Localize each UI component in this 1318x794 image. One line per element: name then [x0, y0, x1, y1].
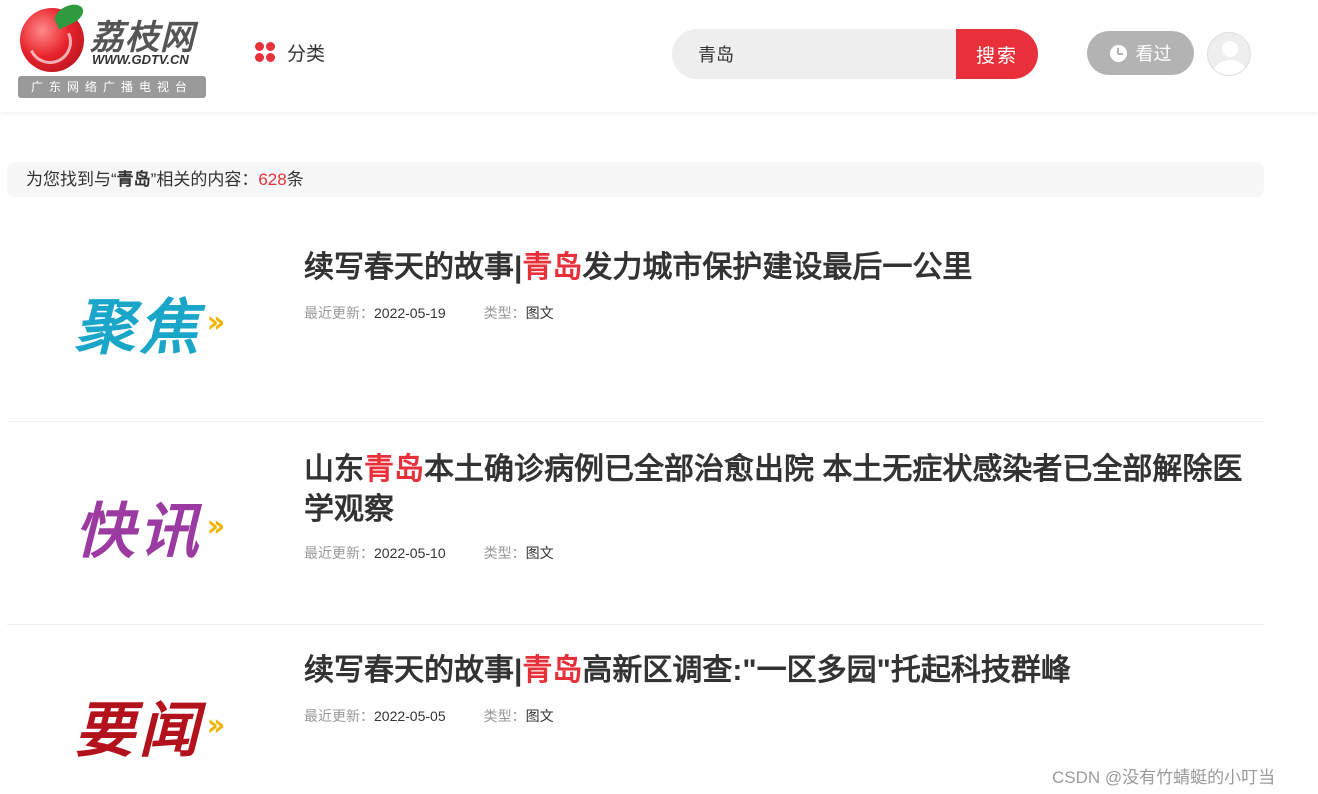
site-logo[interactable]: 荔枝网 WWW.GDTV.CN 广东网络广播电视台: [18, 0, 208, 98]
title-highlight: 青岛: [364, 453, 424, 486]
updated-label: 最近更新：: [304, 305, 374, 321]
summary-keyword: 青岛: [116, 170, 151, 189]
logo-tagline: 广东网络广播电视台: [18, 76, 206, 98]
grid-dots-icon: [255, 42, 275, 62]
search-input[interactable]: [672, 29, 956, 79]
search-box: 搜索: [672, 29, 1038, 79]
type-label: 类型：: [483, 545, 526, 561]
thumb-label: 快讯: [74, 496, 203, 567]
title-part: 本土确诊病例已全部治愈出院 本土无症状感染者已全部解除医学观察: [304, 453, 1243, 526]
history-button[interactable]: 看过: [1087, 31, 1194, 75]
result-title[interactable]: 山东青岛本土确诊病例已全部治愈出院 本土无症状感染者已全部解除医学观察: [304, 450, 1254, 530]
summary-middle: 相关的内容：: [156, 170, 259, 189]
list-item: 聚焦 ›› 续写春天的故事|青岛发力城市保护建设最后一公里 最近更新：2022-…: [7, 232, 1264, 422]
type-label: 类型：: [483, 305, 526, 321]
title-highlight: 青岛: [522, 654, 583, 687]
logo-url: WWW.GDTV.CN: [92, 52, 189, 67]
user-body-icon: [1214, 60, 1246, 75]
updated-date: 2022-05-10: [374, 545, 446, 561]
search-button[interactable]: 搜索: [956, 29, 1038, 79]
thumb-label: 要闻: [74, 695, 203, 766]
type-value: 图文: [525, 305, 554, 321]
list-item: 快讯 ›› 山东青岛本土确诊病例已全部治愈出院 本土无症状感染者已全部解除医学观…: [7, 432, 1264, 625]
title-part: 续写春天的故事|: [304, 251, 523, 284]
title-part: 续写春天的故事|: [304, 654, 523, 687]
updated-date: 2022-05-05: [374, 708, 446, 724]
history-label: 看过: [1135, 44, 1172, 64]
chevron-right-icon: ››: [206, 508, 226, 544]
updated-label: 最近更新：: [304, 708, 374, 724]
result-title[interactable]: 续写春天的故事|青岛高新区调查:"一区多园"托起科技群峰: [304, 651, 1254, 691]
category-menu[interactable]: 分类: [255, 40, 326, 65]
user-head-icon: [1222, 41, 1238, 57]
updated-date: 2022-05-19: [374, 305, 446, 321]
title-part: 高新区调查:"一区多园"托起科技群峰: [582, 654, 1071, 687]
result-thumbnail[interactable]: 要闻 ››: [7, 645, 287, 794]
watermark: CSDN @没有竹蜻蜓的小叮当: [1052, 768, 1276, 787]
summary-prefix: 为您找到与: [26, 170, 111, 189]
type-value: 图文: [525, 708, 554, 724]
type-value: 图文: [525, 545, 554, 561]
result-count: 628: [258, 170, 287, 189]
result-meta: 最近更新：2022-05-19 类型：图文: [304, 303, 554, 323]
updated-label: 最近更新：: [304, 545, 374, 561]
result-title[interactable]: 续写春天的故事|青岛发力城市保护建设最后一公里: [304, 248, 1254, 288]
thumb-label: 聚焦: [74, 292, 203, 363]
title-part: 发力城市保护建设最后一公里: [582, 251, 973, 284]
avatar[interactable]: [1207, 32, 1251, 76]
clock-icon: [1109, 44, 1127, 62]
chevron-right-icon: ››: [206, 304, 226, 340]
title-highlight: 青岛: [522, 251, 583, 284]
result-summary: 为您找到与“青岛”相关的内容：628条: [7, 162, 1264, 197]
type-label: 类型：: [483, 708, 526, 724]
site-header: 荔枝网 WWW.GDTV.CN 广东网络广播电视台 分类 搜索 看过: [0, 0, 1318, 112]
result-thumbnail[interactable]: 快讯 ››: [7, 446, 287, 606]
result-thumbnail[interactable]: 聚焦 ››: [7, 242, 287, 402]
title-part: 山东: [304, 453, 364, 486]
result-meta: 最近更新：2022-05-05 类型：图文: [304, 706, 554, 726]
summary-suffix: 条: [286, 170, 304, 189]
chevron-right-icon: ››: [206, 707, 226, 743]
category-label: 分类: [287, 43, 326, 65]
result-meta: 最近更新：2022-05-10 类型：图文: [304, 543, 554, 563]
